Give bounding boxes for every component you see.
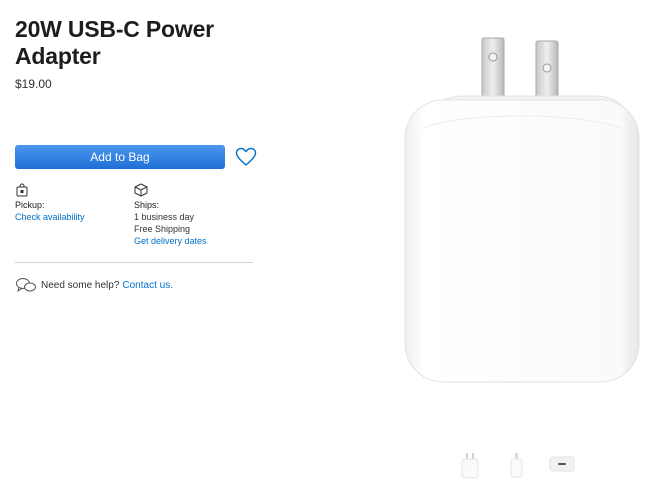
favorite-button[interactable]	[235, 147, 257, 167]
heart-icon	[235, 147, 257, 166]
thumbnail-side[interactable]	[503, 451, 531, 486]
thumbnail-front[interactable]	[455, 451, 485, 486]
ships-label: Ships:	[134, 200, 160, 210]
product-title: 20W USB-C Power Adapter	[15, 16, 214, 69]
get-delivery-dates-link[interactable]: Get delivery dates	[134, 235, 207, 247]
help-text: Need some help?	[41, 279, 120, 291]
pickup-label: Pickup:	[15, 200, 45, 210]
product-image	[395, 28, 650, 388]
product-price: $19.00	[15, 77, 52, 91]
ships-section: Ships: 1 business day Free Shipping Get …	[134, 183, 207, 247]
thumbnail-plug[interactable]	[549, 456, 575, 477]
box-icon	[134, 183, 148, 197]
pickup-section: Pickup: Check availability	[15, 183, 85, 223]
divider	[15, 262, 253, 263]
contact-us-link[interactable]: Contact us.	[122, 280, 173, 291]
chat-bubbles-icon	[16, 278, 36, 293]
store-bag-icon	[16, 183, 28, 197]
help-row: Need some help? Contact us.	[15, 277, 173, 293]
ships-delivery-time: 1 business day	[134, 212, 195, 222]
add-to-bag-button[interactable]: Add to Bag	[15, 145, 225, 169]
check-availability-link[interactable]: Check availability	[15, 211, 85, 223]
ships-free-shipping: Free Shipping	[134, 224, 191, 234]
